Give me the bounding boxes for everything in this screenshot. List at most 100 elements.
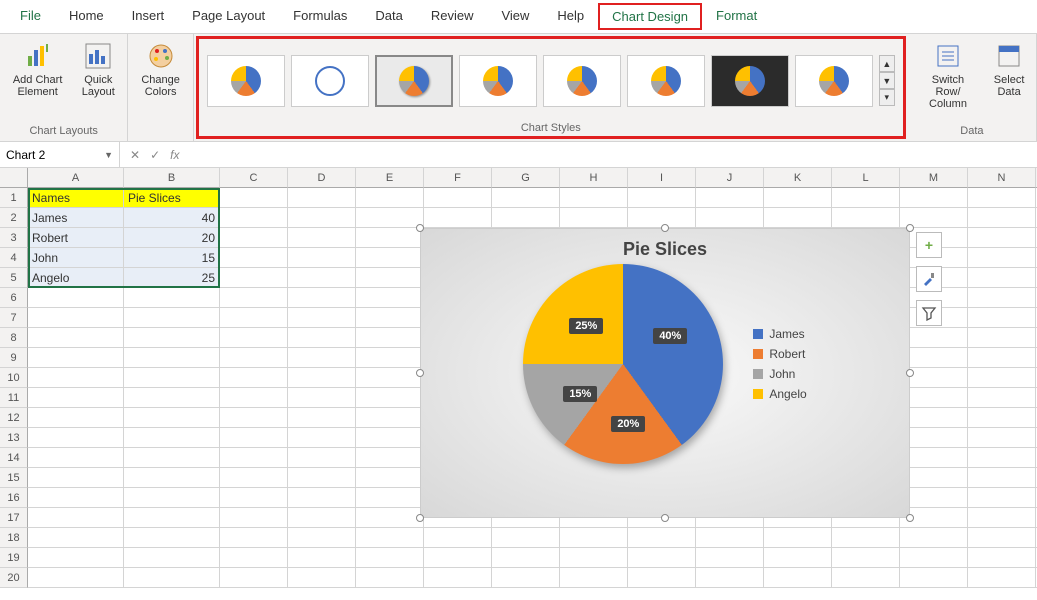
switch-row-column-button[interactable]: Switch Row/ Column bbox=[914, 38, 982, 112]
cell-M13[interactable] bbox=[900, 428, 968, 448]
resize-handle-n[interactable] bbox=[661, 224, 669, 232]
cell-N4[interactable] bbox=[968, 248, 1036, 268]
row-header-5[interactable]: 5 bbox=[0, 268, 28, 288]
cell-A18[interactable] bbox=[28, 528, 124, 548]
cell-E1[interactable] bbox=[356, 188, 424, 208]
cell-F18[interactable] bbox=[424, 528, 492, 548]
row-header-2[interactable]: 2 bbox=[0, 208, 28, 228]
cell-N16[interactable] bbox=[968, 488, 1036, 508]
cell-E8[interactable] bbox=[356, 328, 424, 348]
cell-M8[interactable] bbox=[900, 328, 968, 348]
col-header-J[interactable]: J bbox=[696, 168, 764, 188]
cell-E11[interactable] bbox=[356, 388, 424, 408]
cell-B1[interactable]: Pie Slices bbox=[124, 188, 220, 208]
resize-handle-e[interactable] bbox=[906, 369, 914, 377]
cell-J18[interactable] bbox=[696, 528, 764, 548]
cell-N5[interactable] bbox=[968, 268, 1036, 288]
row-header-13[interactable]: 13 bbox=[0, 428, 28, 448]
cell-M20[interactable] bbox=[900, 568, 968, 588]
cell-H1[interactable] bbox=[560, 188, 628, 208]
cell-K18[interactable] bbox=[764, 528, 832, 548]
cell-C8[interactable] bbox=[220, 328, 288, 348]
col-header-I[interactable]: I bbox=[628, 168, 696, 188]
name-box-dropdown-icon[interactable]: ▼ bbox=[104, 150, 113, 160]
cell-M11[interactable] bbox=[900, 388, 968, 408]
chart-style-7[interactable] bbox=[711, 55, 789, 107]
cell-H18[interactable] bbox=[560, 528, 628, 548]
row-header-4[interactable]: 4 bbox=[0, 248, 28, 268]
cell-G19[interactable] bbox=[492, 548, 560, 568]
cell-H19[interactable] bbox=[560, 548, 628, 568]
chart-style-4[interactable] bbox=[459, 55, 537, 107]
cell-A19[interactable] bbox=[28, 548, 124, 568]
cell-C20[interactable] bbox=[220, 568, 288, 588]
cell-M1[interactable] bbox=[900, 188, 968, 208]
col-header-L[interactable]: L bbox=[832, 168, 900, 188]
cell-L2[interactable] bbox=[832, 208, 900, 228]
cell-D18[interactable] bbox=[288, 528, 356, 548]
cell-D8[interactable] bbox=[288, 328, 356, 348]
pie-chart[interactable]: 40% 20% 15% 25% bbox=[523, 264, 723, 464]
chart-style-1[interactable] bbox=[207, 55, 285, 107]
cell-L20[interactable] bbox=[832, 568, 900, 588]
cell-K1[interactable] bbox=[764, 188, 832, 208]
tab-file[interactable]: File bbox=[6, 2, 55, 31]
cell-D12[interactable] bbox=[288, 408, 356, 428]
tab-review[interactable]: Review bbox=[417, 2, 488, 31]
cell-C11[interactable] bbox=[220, 388, 288, 408]
cell-H2[interactable] bbox=[560, 208, 628, 228]
cell-A12[interactable] bbox=[28, 408, 124, 428]
cell-B3[interactable]: 20 bbox=[124, 228, 220, 248]
cell-N7[interactable] bbox=[968, 308, 1036, 328]
cell-I18[interactable] bbox=[628, 528, 696, 548]
cell-D14[interactable] bbox=[288, 448, 356, 468]
col-header-K[interactable]: K bbox=[764, 168, 832, 188]
cell-B7[interactable] bbox=[124, 308, 220, 328]
cell-M18[interactable] bbox=[900, 528, 968, 548]
cell-B15[interactable] bbox=[124, 468, 220, 488]
cell-C6[interactable] bbox=[220, 288, 288, 308]
cell-C18[interactable] bbox=[220, 528, 288, 548]
cell-B20[interactable] bbox=[124, 568, 220, 588]
cell-N11[interactable] bbox=[968, 388, 1036, 408]
cell-E20[interactable] bbox=[356, 568, 424, 588]
row-header-8[interactable]: 8 bbox=[0, 328, 28, 348]
cell-M14[interactable] bbox=[900, 448, 968, 468]
cell-B17[interactable] bbox=[124, 508, 220, 528]
row-header-1[interactable]: 1 bbox=[0, 188, 28, 208]
cell-A8[interactable] bbox=[28, 328, 124, 348]
select-data-button[interactable]: Select Data bbox=[988, 38, 1030, 100]
chart-style-3[interactable] bbox=[375, 55, 453, 107]
cell-A9[interactable] bbox=[28, 348, 124, 368]
resize-handle-sw[interactable] bbox=[416, 514, 424, 522]
enter-icon[interactable]: ✓ bbox=[150, 148, 160, 162]
cell-A17[interactable] bbox=[28, 508, 124, 528]
chart-style-5[interactable] bbox=[543, 55, 621, 107]
row-header-12[interactable]: 12 bbox=[0, 408, 28, 428]
cell-J20[interactable] bbox=[696, 568, 764, 588]
add-chart-element-button[interactable]: Add Chart Element bbox=[6, 38, 69, 100]
cell-M15[interactable] bbox=[900, 468, 968, 488]
cell-D5[interactable] bbox=[288, 268, 356, 288]
cell-F20[interactable] bbox=[424, 568, 492, 588]
cell-E2[interactable] bbox=[356, 208, 424, 228]
row-header-6[interactable]: 6 bbox=[0, 288, 28, 308]
cell-C2[interactable] bbox=[220, 208, 288, 228]
cell-J2[interactable] bbox=[696, 208, 764, 228]
cell-M16[interactable] bbox=[900, 488, 968, 508]
tab-format[interactable]: Format bbox=[702, 2, 771, 31]
cell-N12[interactable] bbox=[968, 408, 1036, 428]
row-header-11[interactable]: 11 bbox=[0, 388, 28, 408]
cell-C7[interactable] bbox=[220, 308, 288, 328]
cell-C14[interactable] bbox=[220, 448, 288, 468]
resize-handle-ne[interactable] bbox=[906, 224, 914, 232]
row-header-14[interactable]: 14 bbox=[0, 448, 28, 468]
cell-M9[interactable] bbox=[900, 348, 968, 368]
cell-J19[interactable] bbox=[696, 548, 764, 568]
col-header-A[interactable]: A bbox=[28, 168, 124, 188]
cell-B10[interactable] bbox=[124, 368, 220, 388]
col-header-N[interactable]: N bbox=[968, 168, 1036, 188]
cell-D11[interactable] bbox=[288, 388, 356, 408]
cell-G2[interactable] bbox=[492, 208, 560, 228]
cell-E7[interactable] bbox=[356, 308, 424, 328]
